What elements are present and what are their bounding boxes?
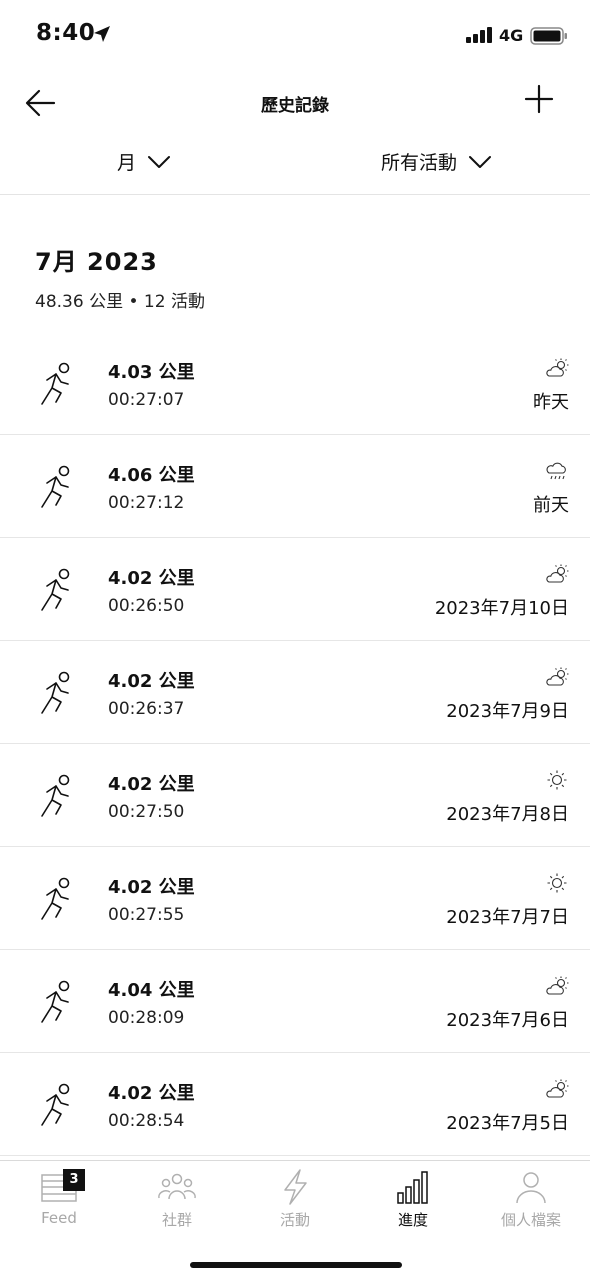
running-icon [41, 1083, 70, 1126]
location-arrow-icon [94, 26, 110, 42]
partly-sunny-icon [546, 667, 569, 686]
community-icon [158, 1173, 196, 1200]
partly-sunny-icon [546, 358, 569, 377]
tab-community[interactable]: 社群 [118, 1167, 236, 1237]
tab-feed[interactable]: 3 Feed [0, 1167, 118, 1237]
partly-sunny-icon [546, 1079, 569, 1098]
running-icon [41, 671, 70, 714]
chevron-down-icon [469, 155, 492, 168]
network-type: 4G [499, 26, 524, 45]
rain-icon [546, 462, 566, 480]
activity-duration: 00:27:55 [108, 905, 185, 925]
activity-duration: 00:27:07 [108, 390, 185, 410]
status-time: 8:40 [36, 20, 96, 46]
activity-row[interactable]: 4.02 公里 00:26:37 2023年7月9日 [0, 641, 590, 744]
activity-row[interactable]: 4.02 公里 00:27:50 2023年7月8日 [0, 744, 590, 847]
activity-distance: 4.02 公里 [108, 877, 195, 898]
add-icon[interactable] [524, 84, 554, 114]
battery-icon [530, 27, 567, 45]
period-filter-label: 月 [117, 152, 137, 174]
sun-icon [547, 770, 567, 790]
activity-duration: 00:26:37 [108, 699, 185, 719]
activity-distance: 4.06 公里 [108, 465, 195, 486]
bar-chart-icon [397, 1171, 428, 1204]
month-summary-title: 7月 2023 [35, 248, 158, 276]
activity-row[interactable]: 4.02 公里 00:27:55 2023年7月7日 [0, 847, 590, 950]
month-summary-stats: 48.36 公里 • 12 活動 [35, 292, 205, 312]
tab-label: 活動 [279, 1211, 310, 1229]
activity-filter-label: 所有活動 [381, 152, 458, 174]
activity-date: 2023年7月6日 [446, 1010, 569, 1031]
partly-sunny-icon [546, 564, 569, 583]
tab-label: 個人檔案 [500, 1211, 561, 1229]
activity-distance: 4.02 公里 [108, 1083, 195, 1104]
activity-row[interactable]: 4.06 公里 00:27:12 前天 [0, 435, 590, 538]
activity-date: 2023年7月8日 [446, 804, 569, 825]
activity-date: 昨天 [533, 392, 569, 413]
activity-duration: 00:27:12 [108, 493, 185, 513]
profile-icon [516, 1172, 546, 1204]
activity-row[interactable]: 4.02 公里 00:28:54 2023年7月5日 [0, 1053, 590, 1156]
tab-activity[interactable]: 活動 [236, 1167, 354, 1237]
sun-icon [547, 873, 567, 893]
activity-distance: 4.02 公里 [108, 774, 195, 795]
chevron-down-icon [148, 155, 171, 168]
activity-row[interactable]: 4.03 公里 00:27:07 昨天 [0, 332, 590, 435]
running-icon [41, 465, 70, 508]
activity-distance: 4.03 公里 [108, 362, 195, 383]
activity-duration: 00:28:54 [108, 1111, 185, 1131]
running-icon [41, 362, 70, 405]
activity-date: 2023年7月5日 [446, 1113, 569, 1134]
tab-label: 進度 [397, 1211, 428, 1229]
activity-list: 4.03 公里 00:27:07 昨天 4.06 公里 00:27:12 前天 … [0, 332, 590, 1156]
filter-bar: 月 所有活動 [0, 134, 590, 195]
status-bar: 8:40 4G [0, 0, 590, 70]
lightning-icon [284, 1169, 307, 1205]
activity-duration: 00:27:50 [108, 802, 185, 822]
activity-date: 2023年7月7日 [446, 907, 569, 928]
notification-badge: 3 [63, 1169, 85, 1191]
activity-date: 2023年7月9日 [446, 701, 569, 722]
signal-icon [466, 27, 492, 43]
activity-distance: 4.02 公里 [108, 568, 195, 589]
activity-duration: 00:26:50 [108, 596, 185, 616]
activity-row[interactable]: 4.04 公里 00:28:09 2023年7月6日 [0, 950, 590, 1053]
activity-distance: 4.04 公里 [108, 980, 195, 1001]
activity-row[interactable]: 4.02 公里 00:26:50 2023年7月10日 [0, 538, 590, 641]
period-filter[interactable]: 月 [117, 148, 171, 175]
running-icon [41, 980, 70, 1023]
nav-bar: 歷史記錄 [0, 72, 590, 134]
home-indicator[interactable] [190, 1262, 402, 1268]
activity-date: 2023年7月10日 [434, 598, 569, 619]
partly-sunny-icon [546, 976, 569, 995]
activity-date: 前天 [533, 495, 569, 516]
tab-label: 社群 [161, 1211, 192, 1229]
tab-label: Feed [41, 1209, 77, 1227]
page-title: 歷史記錄 [261, 96, 329, 116]
activity-distance: 4.02 公里 [108, 671, 195, 692]
running-icon [41, 877, 70, 920]
tab-progress[interactable]: 進度 [354, 1167, 472, 1237]
running-icon [41, 774, 70, 817]
activity-filter[interactable]: 所有活動 [381, 148, 492, 175]
tab-profile[interactable]: 個人檔案 [472, 1167, 590, 1237]
running-icon [41, 568, 70, 611]
activity-duration: 00:28:09 [108, 1008, 185, 1028]
